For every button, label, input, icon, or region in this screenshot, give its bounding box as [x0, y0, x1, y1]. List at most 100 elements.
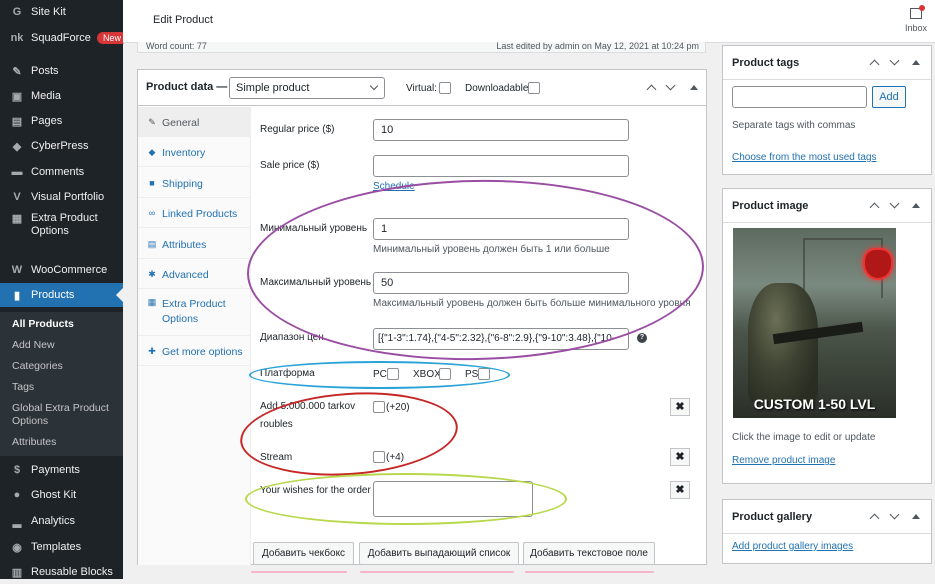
collapse-panel-icon[interactable] [912, 60, 920, 65]
product-tags-panel: Product tags Add Separate tags with comm… [722, 45, 932, 175]
sidebar-item-label: SquadForce [31, 32, 91, 44]
sidebar-item-analytics[interactable]: ▂ Analytics [0, 509, 123, 533]
sidebar-item-site-kit[interactable]: G Site Kit [0, 0, 123, 24]
sidebar-item-woocommerce[interactable]: W WooCommerce [0, 258, 123, 282]
submenu-categories[interactable]: Categories [12, 360, 63, 373]
editor-status-bar: Word count: 77 Last edited by admin on M… [137, 41, 706, 53]
product-image-title: Product image [732, 200, 809, 212]
sidebar-item-templates[interactable]: ◉ Templates [0, 535, 123, 559]
sidebar-item-label: WooCommerce [31, 264, 108, 276]
product-tags-header: Product tags [723, 46, 931, 80]
remove-addon-stream-button[interactable]: ✖ [670, 448, 690, 466]
tab-linked-products[interactable]: ∞ Linked Products [138, 198, 251, 228]
sidebar-item-products[interactable]: ▮ Products [0, 283, 123, 307]
sale-price-input[interactable] [373, 155, 629, 177]
virtual-checkbox[interactable] [439, 82, 451, 94]
sidebar-item-reusable-blocks[interactable]: ▥ Reusable Blocks [0, 560, 123, 584]
sidebar-item-label: Posts [31, 65, 59, 77]
sidebar-item-posts[interactable]: ✎ Posts [0, 59, 123, 83]
sidebar-item-media[interactable]: ▣ Media [0, 84, 123, 108]
move-down-icon[interactable] [889, 55, 900, 66]
tab-inventory[interactable]: ◆ Inventory [138, 137, 251, 167]
tab-get-more-options[interactable]: ✚ Get more options [138, 336, 251, 366]
inventory-icon: ◆ [148, 147, 156, 157]
move-down-icon[interactable] [665, 80, 676, 91]
sale-price-label: Sale price ($) [260, 160, 320, 171]
chevron-down-icon [369, 81, 379, 91]
inbox-icon [910, 5, 925, 19]
product-image-header: Product image [723, 189, 931, 223]
add-tag-button[interactable]: Add [872, 86, 906, 108]
tab-label: Get more options [162, 346, 243, 358]
tab-general[interactable]: ✎ General [138, 107, 251, 137]
remove-addon-roubles-button[interactable]: ✖ [670, 398, 690, 416]
list-icon: ▤ [147, 239, 157, 249]
sidebar-item-label: Extra Product Options [31, 212, 98, 237]
remove-wishes-button[interactable]: ✖ [670, 481, 690, 499]
collapse-panel-icon[interactable] [912, 514, 920, 519]
sidebar-item-visual-portfolio[interactable]: V Visual Portfolio [0, 185, 123, 209]
add-gallery-link[interactable]: Add product gallery images [732, 541, 853, 552]
remove-image-link[interactable]: Remove product image [732, 455, 835, 466]
tab-attributes[interactable]: ▤ Attributes [138, 229, 251, 259]
sidebar-item-label: Reusable Blocks [31, 566, 113, 578]
tag-input[interactable] [732, 86, 867, 108]
product-image[interactable]: CUSTOM 1-50 LVL [733, 228, 896, 418]
sidebar-item-ghost-kit[interactable]: ● Ghost Kit [0, 483, 123, 507]
collapse-panel-icon[interactable] [690, 85, 698, 90]
tab-advanced[interactable]: ✱ Advanced [138, 259, 251, 289]
move-up-icon[interactable] [869, 513, 880, 524]
options-icon: ▦ [147, 297, 157, 307]
tab-label: Inventory [162, 147, 206, 159]
sidebar-item-comments[interactable]: ▬ Comments [0, 160, 123, 184]
tab-label: Advanced [162, 269, 209, 281]
submenu-global-extra-options[interactable]: Global Extra Product Options [12, 402, 122, 428]
products-icon: ▮ [13, 289, 21, 302]
sidebar-item-extra-product-options[interactable]: ▦ Extra Product Options [0, 210, 123, 240]
submenu-tags[interactable]: Tags [12, 381, 34, 394]
tab-label: Linked Products [162, 208, 238, 220]
move-down-icon[interactable] [889, 509, 900, 520]
add-dropdown-button[interactable]: Добавить выпадающий список [359, 542, 519, 565]
product-gallery-title: Product gallery [732, 511, 813, 523]
help-icon[interactable]: ? [637, 333, 647, 343]
link-icon: ∞ [148, 208, 156, 218]
image-soldier [748, 283, 818, 403]
top-header: Edit Product Inbox [123, 0, 935, 43]
collapse-panel-icon[interactable] [912, 203, 920, 208]
sidebar-item-label: Ghost Kit [31, 489, 77, 501]
submenu-all-products[interactable]: All Products [12, 318, 74, 331]
sidebar-item-payments[interactable]: $ Payments [0, 458, 123, 482]
sidebar-item-pages[interactable]: ▤ Pages [0, 109, 123, 133]
downloadable-checkbox[interactable] [528, 82, 540, 94]
product-data-tabs: ✎ General ◆ Inventory ■ Shipping ∞ Linked Produ… [138, 107, 251, 565]
squadforce-icon: nk [10, 32, 24, 44]
sidebar-item-label: Products [31, 289, 75, 301]
sidebar-item-squadforce[interactable]: nk SquadForce New [0, 26, 127, 50]
move-up-icon[interactable] [646, 84, 657, 95]
submenu-add-new[interactable]: Add New [12, 339, 55, 352]
product-data-label: Product data — [146, 81, 228, 93]
sidebar-item-cyberpress[interactable]: ◆ CyberPress [0, 134, 123, 158]
tab-label: Shipping [162, 178, 203, 190]
tab-extra-product-options[interactable]: ▦ Extra Product Options [138, 290, 251, 336]
product-type-select[interactable]: Simple product [229, 77, 385, 99]
submenu-attributes[interactable]: Attributes [12, 436, 56, 449]
add-textfield-button[interactable]: Добавить текстовое поле [523, 542, 655, 565]
sidebar-item-label: Payments [31, 464, 80, 476]
inbox-button[interactable]: Inbox [903, 5, 929, 33]
move-up-icon[interactable] [869, 59, 880, 70]
choose-tags-link[interactable]: Choose from the most used tags [732, 152, 877, 163]
regular-price-input[interactable]: 10 [373, 119, 629, 141]
product-data-header: Product data — Simple product Virtual: D… [138, 70, 706, 106]
image-caption: CUSTOM 1-50 LVL [753, 396, 876, 412]
inbox-label: Inbox [904, 23, 928, 33]
add-checkbox-button[interactable]: Добавить чекбокс [253, 542, 354, 565]
move-up-icon[interactable] [869, 202, 880, 213]
tab-shipping[interactable]: ■ Shipping [138, 168, 251, 198]
tab-label: General [162, 117, 200, 129]
tag-hint: Separate tags with commas [732, 120, 856, 131]
pin-icon: ✎ [12, 65, 22, 78]
move-down-icon[interactable] [889, 198, 900, 209]
gear-icon: ✱ [148, 269, 156, 279]
